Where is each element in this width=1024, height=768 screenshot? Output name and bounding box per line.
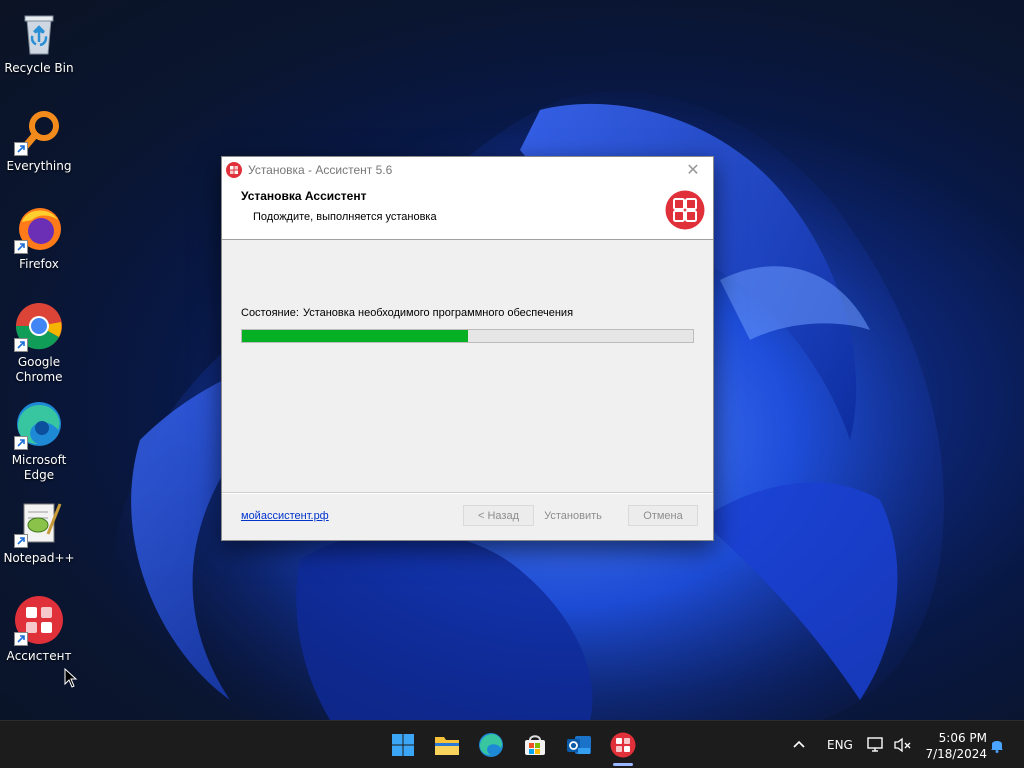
app-icon	[226, 162, 242, 178]
footer-divider	[222, 493, 713, 494]
progress-fill	[242, 330, 468, 342]
firefox-icon	[14, 204, 64, 254]
taskbar-assistant[interactable]	[609, 731, 637, 759]
clock[interactable]: 5:06 PM 7/18/2024	[915, 730, 987, 762]
cancel-button[interactable]: Отмена	[628, 505, 698, 526]
tray-overflow-button[interactable]	[792, 721, 806, 768]
desktop-icon-label: Microsoft Edge	[11, 453, 67, 482]
start-button[interactable]	[389, 731, 417, 759]
outlook-icon	[567, 736, 591, 754]
mouse-cursor-icon	[64, 668, 78, 688]
shortcut-arrow-icon	[14, 240, 28, 254]
status-line: Состояние: Установка необходимого програм…	[241, 307, 577, 319]
taskbar-store[interactable]	[521, 731, 549, 759]
shortcut-arrow-icon	[14, 534, 28, 548]
everything-search-icon	[14, 106, 64, 156]
header-title: Установка Ассистент	[241, 189, 367, 203]
installer-window: Установка - Ассистент 5.6 ✕ Установка Ас…	[221, 156, 714, 541]
desktop-icon-label: Ассистент	[6, 649, 72, 663]
desktop-icon-firefox[interactable]: Firefox	[4, 204, 74, 272]
desktop-icon-everything[interactable]: Everything	[4, 106, 74, 174]
chrome-icon	[14, 302, 64, 352]
store-icon	[525, 735, 545, 755]
active-app-indicator	[613, 763, 633, 766]
taskbar-outlook[interactable]	[565, 731, 593, 759]
assistant-logo-icon	[665, 190, 705, 230]
language-label: ENG	[827, 738, 853, 752]
desktop-icon-edge[interactable]: Microsoft Edge	[4, 400, 74, 483]
website-link[interactable]: мойассистент.рф	[241, 510, 329, 522]
volume-muted-icon	[894, 737, 911, 753]
installer-body: Состояние: Установка необходимого програм…	[222, 240, 713, 493]
desktop-icon-label: Google Chrome	[15, 355, 63, 384]
edge-icon	[14, 400, 64, 450]
chevron-up-icon	[793, 740, 805, 748]
shortcut-arrow-icon	[14, 436, 28, 450]
installer-footer: мойассистент.рф < Назад Установить Отмен…	[222, 492, 713, 540]
header-subtitle: Подождите, выполняется установка	[253, 211, 437, 223]
recycle-bin-icon	[14, 8, 64, 58]
desktop-icon-recycle-bin[interactable]: Recycle Bin	[4, 8, 74, 76]
network-button[interactable]	[867, 721, 885, 768]
status-text: Установка необходимого программного обес…	[302, 307, 574, 319]
desktop-icon-label: Firefox	[19, 257, 59, 271]
progress-bar	[241, 329, 694, 343]
window-title: Установка - Ассистент 5.6	[248, 163, 393, 177]
desktop-icon-assistant[interactable]: Ассистент	[4, 596, 74, 664]
status-label: Состояние:	[241, 307, 299, 319]
install-button[interactable]: Установить	[538, 505, 608, 526]
notification-button[interactable]	[989, 721, 1005, 768]
shortcut-arrow-icon	[14, 632, 28, 646]
start-icon	[392, 734, 414, 756]
edge-icon	[479, 733, 503, 757]
installer-header: Установка Ассистент Подождите, выполняет…	[222, 183, 713, 240]
notepadpp-icon	[14, 498, 64, 548]
window-titlebar[interactable]: Установка - Ассистент 5.6 ✕	[222, 157, 713, 183]
network-icon	[867, 737, 883, 752]
shortcut-arrow-icon	[14, 338, 28, 352]
bell-icon	[991, 741, 1003, 753]
desktop-icon-label: Notepad++	[3, 551, 75, 565]
assistant-icon	[610, 732, 636, 758]
language-indicator[interactable]: ENG	[827, 721, 853, 768]
shortcut-arrow-icon	[14, 142, 28, 156]
taskbar: ENG 5:06 PM 7/18/2024	[0, 720, 1024, 768]
clock-date: 7/18/2024	[925, 747, 987, 761]
clock-time: 5:06 PM	[938, 731, 987, 745]
desktop-icon-label: Recycle Bin	[4, 61, 74, 75]
desktop-icon-chrome[interactable]: Google Chrome	[4, 302, 74, 385]
desktop-icon-label: Everything	[6, 159, 72, 173]
taskbar-file-explorer[interactable]	[433, 731, 461, 759]
volume-button[interactable]	[894, 721, 912, 768]
desktop-icon-notepadpp[interactable]: Notepad++	[3, 498, 75, 566]
close-button[interactable]: ✕	[673, 157, 713, 183]
assistant-icon	[14, 596, 64, 646]
taskbar-edge[interactable]	[477, 731, 505, 759]
back-button[interactable]: < Назад	[463, 505, 534, 526]
file-explorer-icon	[435, 737, 459, 755]
close-icon: ✕	[686, 162, 700, 179]
